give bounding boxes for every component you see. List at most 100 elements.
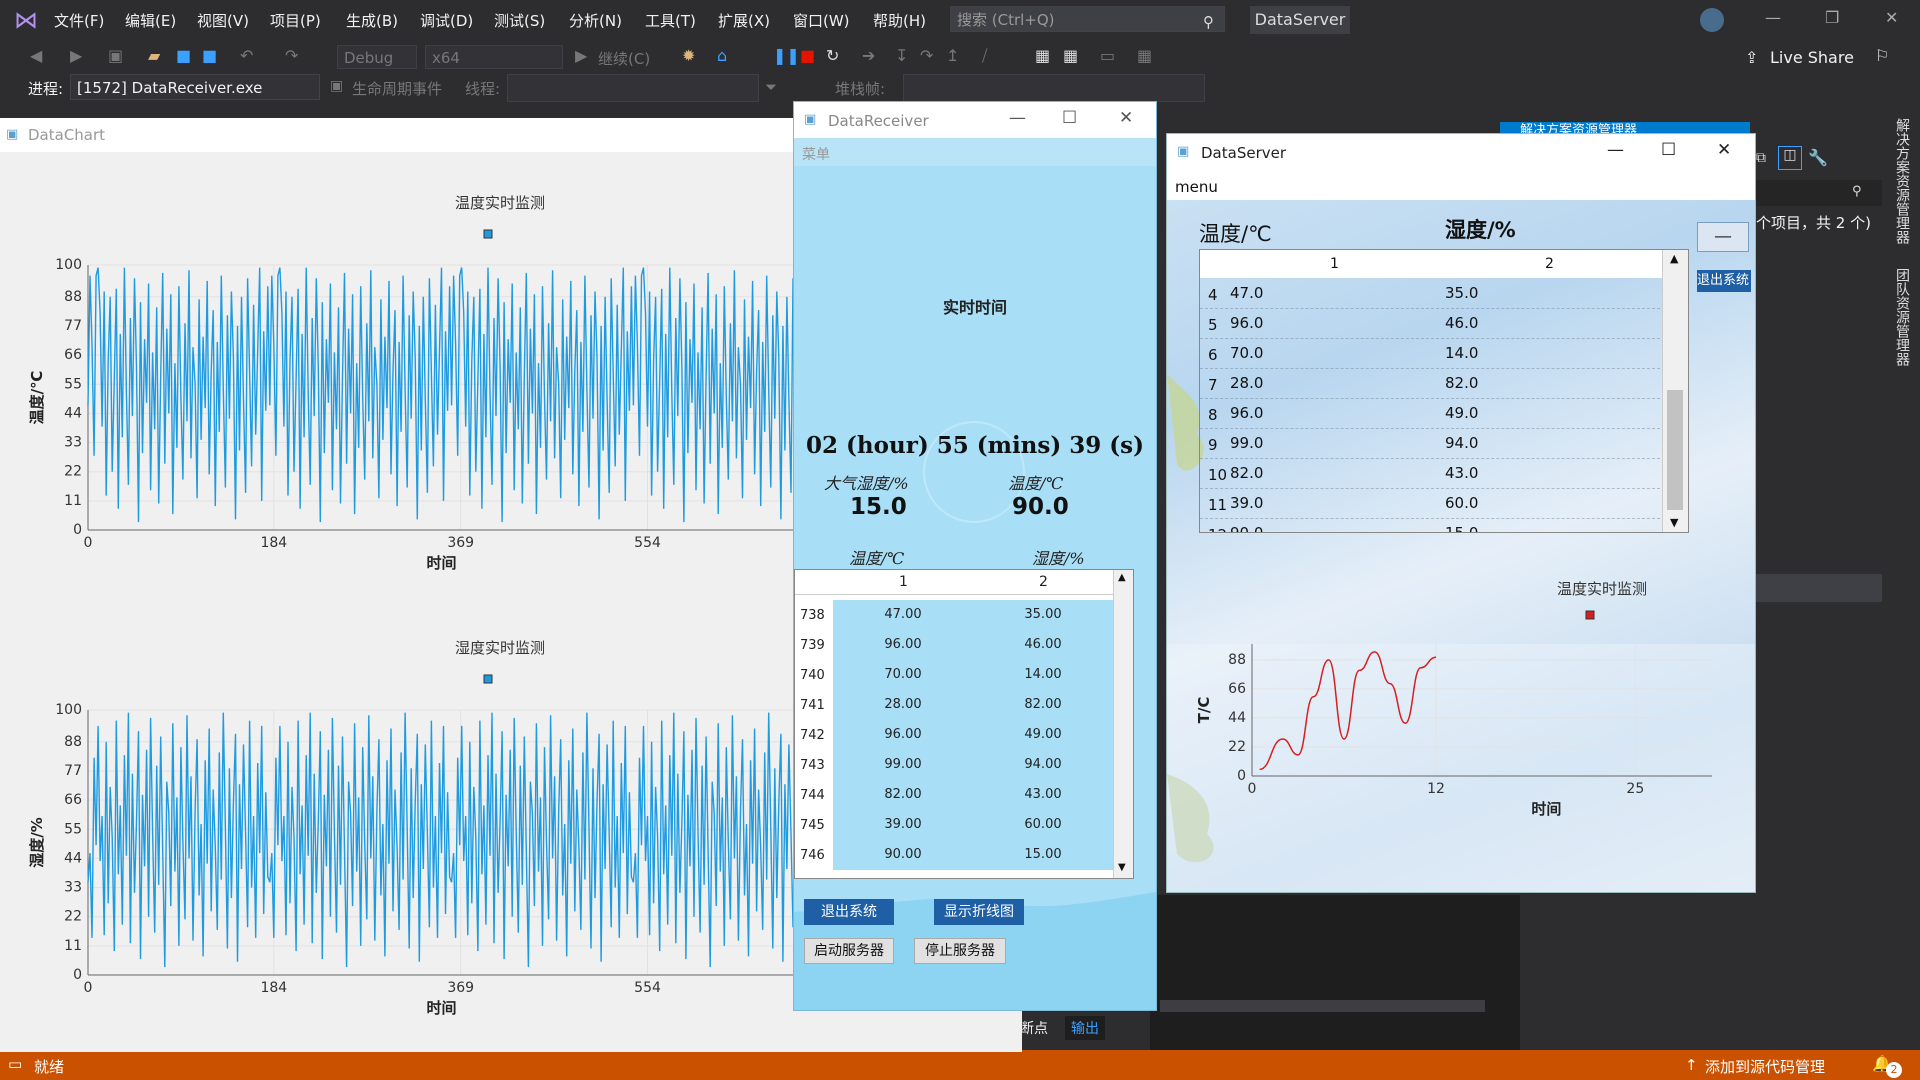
menu-item[interactable]: 项目(P) <box>270 10 321 31</box>
temperature-cell[interactable]: 39.0 <box>1230 494 1263 512</box>
scroll-down-icon[interactable]: ▼ <box>1670 516 1678 529</box>
solution-search-input[interactable]: ⚲ <box>1752 180 1882 206</box>
temperature-cell[interactable]: 90.00 <box>833 840 973 870</box>
temperature-cell[interactable]: 96.0 <box>1230 314 1263 332</box>
show-chart-button[interactable]: 显示折线图 <box>934 899 1024 925</box>
tab-output[interactable]: 输出 <box>1065 1016 1105 1040</box>
vs-search-input[interactable]: 搜索 (Ctrl+Q) ⚲ <box>950 6 1225 32</box>
table-row[interactable]: 9 99.0 94.0 <box>1200 428 1660 459</box>
table-row[interactable]: 746 90.00 15.00 <box>795 840 1113 870</box>
humidity-cell[interactable]: 35.0 <box>1445 284 1478 302</box>
server-exit-button[interactable]: 退出系统 <box>1697 270 1751 292</box>
maximize-icon[interactable]: ☐ <box>1661 140 1676 160</box>
table-row[interactable]: 738 47.00 35.00 <box>795 600 1113 630</box>
lifecycle-events-dropdown[interactable]: 生命周期事件 <box>352 78 442 99</box>
temperature-cell[interactable]: 39.00 <box>833 810 973 840</box>
browse-icon[interactable]: ⌂ <box>717 46 727 65</box>
hot-reload-icon[interactable]: ✹ <box>682 46 695 65</box>
pause-icon[interactable]: ❚❚ <box>773 46 800 65</box>
scroll-down-icon[interactable]: ▼ <box>1118 862 1126 873</box>
collapse-icon[interactable]: ⧉ <box>1756 150 1766 166</box>
menu-item[interactable]: 测试(S) <box>494 10 545 31</box>
search-icon[interactable]: ⚲ <box>1852 184 1862 199</box>
close-icon[interactable]: ✕ <box>1885 8 1898 27</box>
temperature-cell[interactable]: 70.0 <box>1230 344 1263 362</box>
temperature-cell[interactable]: 82.00 <box>833 780 973 810</box>
close-icon[interactable]: ✕ <box>1717 140 1731 160</box>
step-out-icon[interactable]: ↥ <box>946 46 959 65</box>
menu-item[interactable]: 分析(N) <box>569 10 622 31</box>
humidity-cell[interactable]: 60.0 <box>1445 494 1478 512</box>
undo-icon[interactable]: ↶ <box>240 46 253 65</box>
platform-dropdown[interactable]: x64 <box>425 45 563 69</box>
scroll-thumb[interactable] <box>1667 390 1683 510</box>
redo-icon[interactable]: ↷ <box>285 46 298 65</box>
temperature-cell[interactable]: 28.00 <box>833 690 973 720</box>
output-horizontal-scrollbar[interactable] <box>1160 1000 1485 1012</box>
stackframe-dropdown[interactable] <box>903 74 1205 102</box>
open-folder-icon[interactable]: ▰ <box>148 46 160 65</box>
scroll-up-icon[interactable]: ▲ <box>1670 252 1678 265</box>
minimize-icon[interactable]: — <box>1009 108 1026 128</box>
table-row[interactable]: 740 70.00 14.00 <box>795 660 1113 690</box>
lifecycle-icon[interactable]: ▣ <box>330 78 343 94</box>
grid-vertical-scrollbar[interactable]: ▲ ▼ <box>1113 570 1133 878</box>
breakpoint-toggle-icon[interactable]: ⧸ <box>982 46 987 66</box>
server-data-grid[interactable]: 1 2 4 47.0 35.0 5 96.0 46.0 6 70.0 14.0 7 28.0 82.0… <box>1199 249 1689 533</box>
new-project-icon[interactable]: ▣ <box>108 46 123 65</box>
temperature-cell[interactable]: 99.00 <box>833 750 973 780</box>
show-all-files-icon[interactable]: ◫ <box>1778 146 1802 170</box>
tab-breakpoints[interactable]: 断点 <box>1020 1018 1048 1038</box>
temperature-cell[interactable]: 99.0 <box>1230 434 1263 452</box>
menu-item[interactable]: 窗口(W) <box>793 10 850 31</box>
show-next-statement-icon[interactable]: ➔ <box>862 46 875 65</box>
feedback-icon[interactable]: ⚐ <box>1875 46 1889 65</box>
temperature-cell[interactable]: 47.0 <box>1230 284 1263 302</box>
visual-studio-logo-icon[interactable]: ⋈ <box>12 6 40 34</box>
humidity-cell[interactable]: 49.0 <box>1445 404 1478 422</box>
temperature-cell[interactable]: 96.0 <box>1230 404 1263 422</box>
table-row[interactable]: 745 39.00 60.00 <box>795 810 1113 840</box>
humidity-cell[interactable]: 43.0 <box>1445 464 1478 482</box>
step-over-icon[interactable]: ↷ <box>920 46 933 65</box>
layout-icon[interactable]: ▭ <box>1100 46 1115 65</box>
temperature-cell[interactable]: 96.00 <box>833 720 973 750</box>
temperature-cell[interactable]: 70.00 <box>833 660 973 690</box>
back-icon[interactable]: ◀ <box>30 46 42 65</box>
forward-icon[interactable]: ▶ <box>70 46 82 65</box>
table-row[interactable]: 10 82.0 43.0 <box>1200 458 1660 489</box>
temperature-cell[interactable]: 96.00 <box>833 630 973 660</box>
humidity-cell[interactable]: 43.00 <box>973 780 1113 810</box>
table-row[interactable]: 743 99.00 94.00 <box>795 750 1113 780</box>
humidity-cell[interactable]: 49.00 <box>973 720 1113 750</box>
user-avatar[interactable] <box>1700 8 1724 32</box>
menu-item[interactable]: 视图(V) <box>197 10 249 31</box>
grid-header-col2[interactable]: 2 <box>1039 574 1048 590</box>
table-row[interactable]: 744 82.00 43.00 <box>795 780 1113 810</box>
properties-wrench-icon[interactable]: 🔧 <box>1808 148 1828 167</box>
table-row[interactable]: 6 70.0 14.0 <box>1200 338 1660 369</box>
grid-header-col2[interactable]: 2 <box>1545 256 1554 272</box>
live-share-button[interactable]: Live Share <box>1770 48 1854 67</box>
table-row[interactable]: 8 96.0 49.0 <box>1200 398 1660 429</box>
temperature-cell[interactable]: 28.0 <box>1230 374 1263 392</box>
temperature-cell[interactable]: 82.0 <box>1230 464 1263 482</box>
live-share-icon[interactable]: ⇪ <box>1745 48 1758 67</box>
exit-system-button[interactable]: 退出系统 <box>804 899 894 925</box>
table-row[interactable]: 739 96.00 46.00 <box>795 630 1113 660</box>
minimize-icon[interactable]: — <box>1765 8 1781 27</box>
menu-item[interactable]: 生成(B) <box>346 10 398 31</box>
humidity-cell[interactable]: 82.0 <box>1445 374 1478 392</box>
receiver-menu-item[interactable]: 菜单 <box>802 144 830 164</box>
restart-icon[interactable]: ↻ <box>826 46 839 65</box>
humidity-cell[interactable]: 15.00 <box>973 840 1113 870</box>
process-dropdown[interactable]: [1572] DataReceiver.exe <box>70 74 320 100</box>
continue-icon[interactable]: ▶ <box>575 46 587 65</box>
table-row[interactable]: 742 96.00 49.00 <box>795 720 1113 750</box>
table-row[interactable]: 4 47.0 35.0 <box>1200 278 1660 309</box>
grid-header-col1[interactable]: 1 <box>1330 256 1339 272</box>
menu-item[interactable]: 文件(F) <box>54 10 104 31</box>
step-into-icon[interactable]: ↧ <box>895 46 908 65</box>
humidity-cell[interactable]: 14.0 <box>1445 344 1478 362</box>
restore-icon[interactable]: ❐ <box>1825 8 1839 27</box>
